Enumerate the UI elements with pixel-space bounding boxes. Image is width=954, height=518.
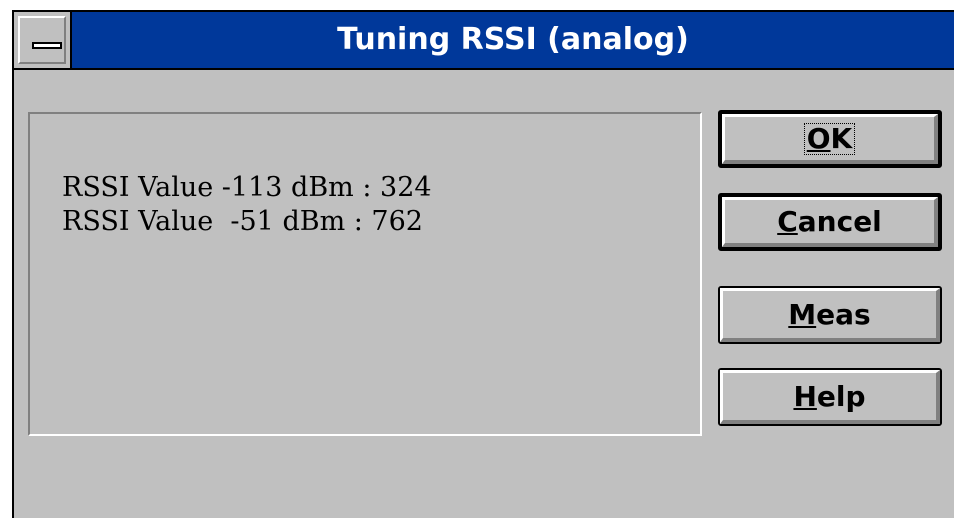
meas-button-label: Meas bbox=[788, 298, 870, 331]
system-menu-icon bbox=[32, 42, 62, 49]
meas-mnemonic: M bbox=[788, 298, 817, 331]
help-label-rest: elp bbox=[816, 380, 866, 413]
help-mnemonic: H bbox=[793, 380, 817, 413]
ok-button-face: OK bbox=[722, 114, 938, 164]
help-button-face: Help bbox=[720, 370, 940, 424]
dialog-window: Tuning RSSI (analog) RSSI Value -113 dBm… bbox=[12, 10, 954, 518]
ok-mnemonic: O bbox=[806, 121, 831, 155]
cancel-button-label: Cancel bbox=[777, 205, 882, 238]
cancel-label-rest: ancel bbox=[797, 205, 882, 238]
help-button-label: Help bbox=[793, 380, 865, 413]
rssi-values-panel: RSSI Value -113 dBm : 324 RSSI Value -51… bbox=[28, 112, 702, 436]
rssi-value-line-2: RSSI Value -51 dBm : 762 bbox=[62, 206, 423, 237]
window-title: Tuning RSSI (analog) bbox=[72, 12, 954, 68]
ok-button[interactable]: OK bbox=[718, 110, 942, 168]
help-button[interactable]: Help bbox=[718, 368, 942, 426]
ok-button-label: OK bbox=[803, 121, 856, 155]
ok-label-rest: K bbox=[830, 121, 853, 155]
cancel-button-face: Cancel bbox=[722, 197, 938, 247]
cancel-mnemonic: C bbox=[777, 205, 798, 238]
meas-label-rest: eas bbox=[816, 298, 871, 331]
system-menu-button[interactable] bbox=[14, 12, 72, 68]
system-menu-frame bbox=[18, 16, 66, 64]
title-bar: Tuning RSSI (analog) bbox=[14, 12, 954, 70]
meas-button-face: Meas bbox=[720, 288, 940, 342]
rssi-value-line-1: RSSI Value -113 dBm : 324 bbox=[62, 172, 432, 203]
meas-button[interactable]: Meas bbox=[718, 286, 942, 344]
cancel-button[interactable]: Cancel bbox=[718, 193, 942, 251]
